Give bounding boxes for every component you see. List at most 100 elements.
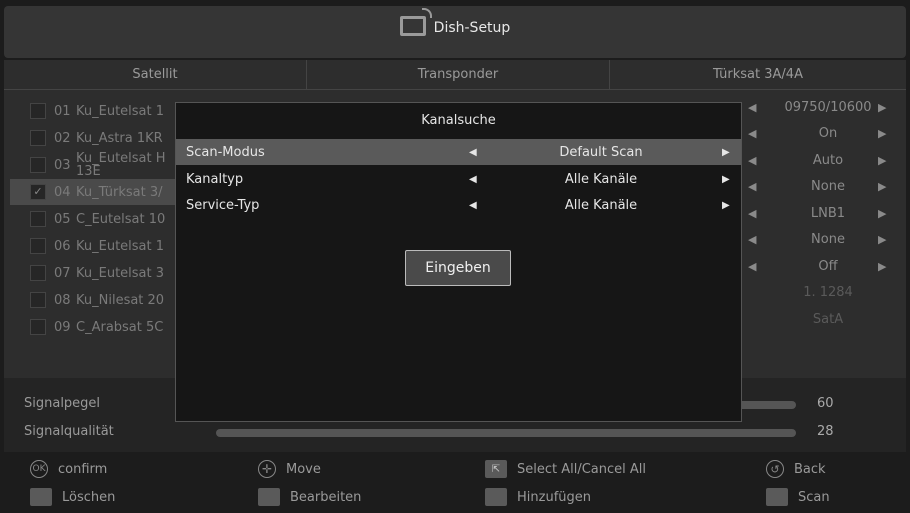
select-all-label: Select All/Cancel All (517, 461, 647, 477)
right-arrow-icon[interactable]: ▶ (878, 207, 898, 220)
left-arrow-icon[interactable]: ◀ (748, 233, 778, 246)
service-type-label: Service-Typ (186, 197, 260, 213)
right-arrow-icon[interactable]: ▶ (722, 147, 730, 158)
tv-icon (399, 8, 432, 36)
header-bar: Dish-Setup (4, 6, 906, 58)
signal-level-label: Signalpegel (24, 396, 101, 411)
satellite-name: Ku_Astra 1KR (76, 130, 163, 146)
parameter-value: Auto (812, 152, 844, 168)
parameter-row[interactable]: ◀ None ▶ (748, 174, 898, 200)
parameter-value: None (811, 179, 845, 194)
left-arrow-icon[interactable]: ◀ (748, 180, 778, 193)
checkbox[interactable] (30, 103, 46, 119)
green-key-icon (258, 488, 280, 506)
parameter-value: Off (818, 258, 838, 274)
parameter-value: SatA (812, 311, 844, 327)
satellite-number: 03 (54, 157, 71, 173)
add-button[interactable]: Hinzufügen (485, 486, 591, 508)
satellite-name: Ku_Türksat 3/ (76, 184, 163, 200)
left-arrow-icon[interactable]: ◀ (748, 207, 778, 220)
right-arrow-icon[interactable]: ▶ (878, 101, 898, 114)
checkbox[interactable] (30, 292, 46, 308)
satellite-name-line: 13E (76, 164, 101, 179)
checkbox[interactable] (30, 238, 46, 254)
right-arrow-icon[interactable]: ▶ (722, 200, 730, 211)
scan-mode-row[interactable]: Scan-Modus ◀ Default Scan ▶ (176, 139, 741, 165)
move-hint[interactable]: ✛ Move (258, 458, 321, 480)
checkbox[interactable] (30, 265, 46, 281)
ok-icon: OK (30, 460, 48, 478)
satellite-name: Ku_Nilesat 20 (76, 292, 165, 308)
left-arrow-icon[interactable]: ◀ (748, 101, 778, 114)
left-arrow-icon[interactable]: ◀ (748, 127, 778, 140)
parameter-value: LNB1 (810, 205, 846, 221)
satellite-number: 07 (54, 265, 71, 281)
right-arrow-icon[interactable]: ▶ (878, 127, 898, 140)
left-arrow-icon[interactable]: ◀ (469, 200, 477, 211)
checkbox[interactable] (30, 130, 46, 146)
checkbox[interactable] (30, 157, 46, 173)
channel-type-row[interactable]: Kanaltyp ◀ Alle Kanäle ▶ (176, 166, 741, 192)
parameter-row[interactable]: 1. 1284 (748, 280, 898, 306)
select-all-hint[interactable]: ⇱ Select All/Cancel All (485, 458, 646, 480)
scan-button[interactable]: Scan (766, 486, 830, 508)
scan-mode-label: Scan-Modus (186, 144, 265, 160)
edit-label: Bearbeiten (290, 489, 362, 505)
right-arrow-icon[interactable]: ▶ (878, 233, 898, 246)
add-label: Hinzufügen (517, 489, 591, 505)
parameter-row[interactable]: ◀ LNB1 ▶ (748, 200, 898, 226)
left-arrow-icon[interactable]: ◀ (748, 260, 778, 273)
parameter-value: 09750/10600 (784, 99, 872, 115)
delete-button[interactable]: Löschen (30, 486, 115, 508)
page-title: Dish-Setup (433, 20, 511, 36)
back-hint[interactable]: ↺ Back (766, 458, 826, 480)
checked-checkbox[interactable]: ✓ (30, 184, 46, 200)
scan-mode-value: Default Scan (559, 144, 643, 160)
satellite-number: 05 (54, 211, 71, 227)
yellow-key-icon (485, 488, 507, 506)
parameter-value: On (818, 126, 838, 141)
channel-search-dialog: Kanalsuche Scan-Modus ◀ Default Scan ▶ K… (175, 102, 742, 422)
right-arrow-icon[interactable]: ▶ (722, 174, 730, 185)
signal-level-value: 60 (817, 396, 834, 411)
back-label: Back (794, 461, 826, 477)
dpad-icon: ✛ (258, 460, 276, 478)
confirm-hint[interactable]: OK confirm (30, 458, 107, 480)
red-key-icon (30, 488, 52, 506)
channel-type-label: Kanaltyp (186, 171, 244, 187)
right-arrow-icon[interactable]: ▶ (878, 260, 898, 273)
signal-quality-label: Signalqualität (24, 424, 114, 439)
dialog-title: Kanalsuche (421, 113, 496, 128)
parameter-row[interactable]: ◀ On ▶ (748, 121, 898, 147)
left-arrow-icon[interactable]: ◀ (748, 154, 778, 167)
blue-key-icon (766, 488, 788, 506)
column-header-transponder: Transponder (307, 60, 609, 90)
parameter-row[interactable]: ◀ None ▶ (748, 227, 898, 253)
parameter-row[interactable]: ◀ Off ▶ (748, 253, 898, 279)
move-label: Move (286, 461, 321, 477)
edit-button[interactable]: Bearbeiten (258, 486, 361, 508)
satellite-name: C_Eutelsat 10 (76, 211, 166, 227)
satellite-name: Ku_Eutelsat H 13E (76, 152, 166, 178)
satellite-name: Ku_Eutelsat 1 (76, 103, 165, 119)
enter-button[interactable]: Eingeben (405, 250, 511, 286)
right-arrow-icon[interactable]: ▶ (878, 154, 898, 167)
satellite-number: 01 (54, 103, 71, 119)
satellite-name: Ku_Eutelsat 3 (76, 265, 165, 281)
back-icon: ↺ (766, 460, 784, 478)
parameter-row[interactable]: ◀ Auto ▶ (748, 147, 898, 173)
parameter-row[interactable]: ◀ 09750/10600 ▶ (748, 94, 898, 120)
right-arrow-icon[interactable]: ▶ (878, 180, 898, 193)
footer-hints: OK confirm ✛ Move ⇱ Select All/Cancel Al… (0, 452, 910, 513)
satellite-number: 04 (54, 184, 71, 200)
checkbox[interactable] (30, 211, 46, 227)
left-arrow-icon[interactable]: ◀ (469, 174, 477, 185)
checkbox[interactable] (30, 319, 46, 335)
confirm-label: confirm (58, 461, 108, 477)
page-title-wrap: Dish-Setup (4, 8, 906, 38)
satellite-number: 09 (54, 319, 71, 335)
left-arrow-icon[interactable]: ◀ (469, 147, 477, 158)
parameter-row[interactable]: SatA (748, 306, 898, 332)
select-all-icon: ⇱ (485, 460, 507, 478)
service-type-row[interactable]: Service-Typ ◀ Alle Kanäle ▶ (176, 192, 741, 218)
